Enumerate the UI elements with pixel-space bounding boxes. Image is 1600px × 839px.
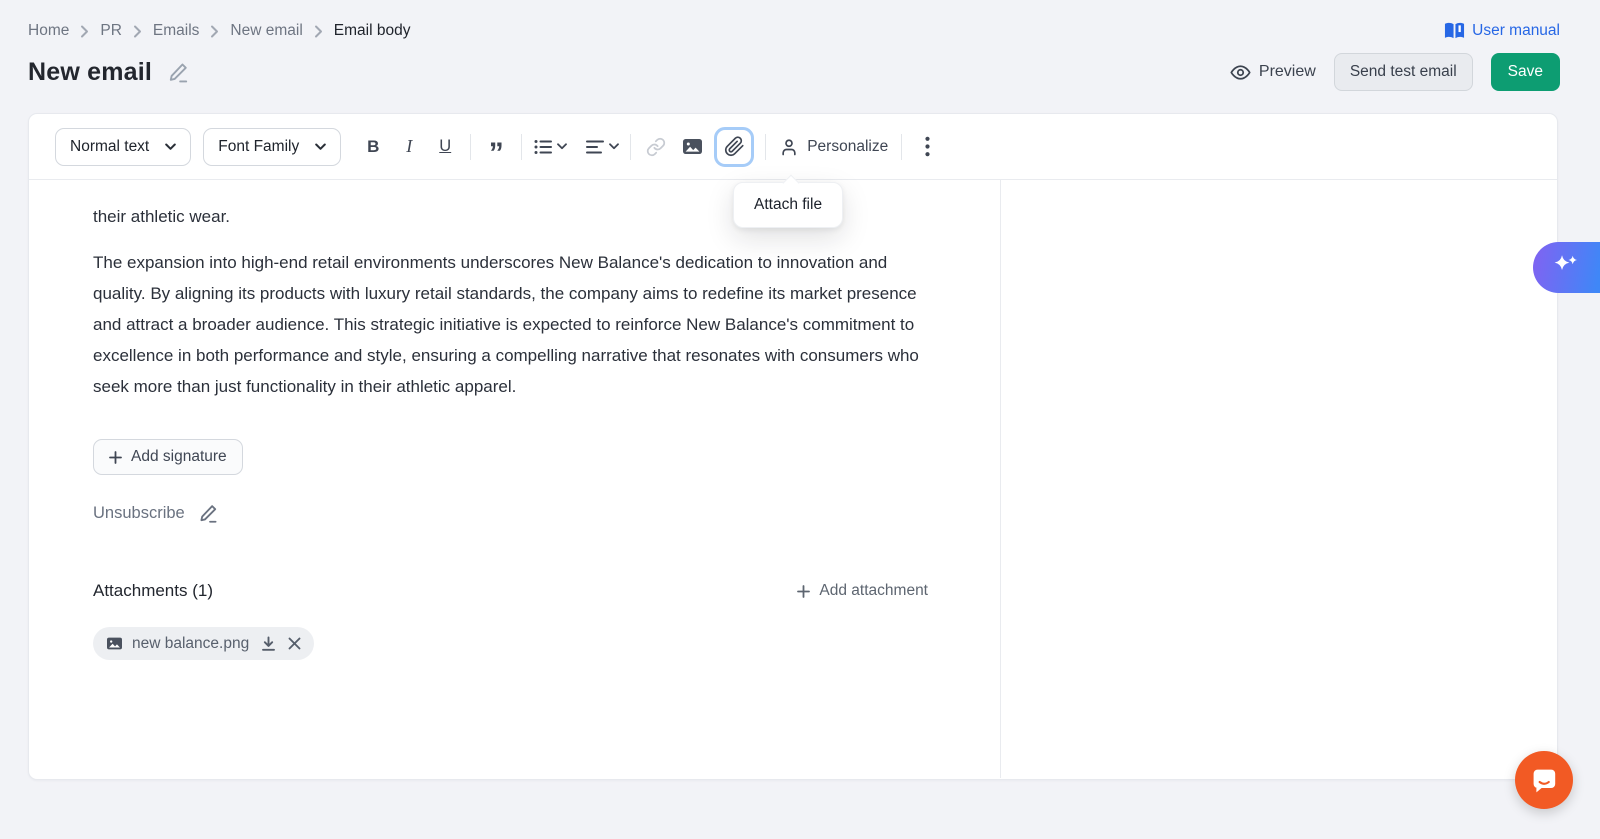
more-options-button[interactable] bbox=[909, 129, 945, 165]
chevron-down-icon bbox=[165, 143, 176, 151]
toolbar-divider bbox=[630, 134, 631, 160]
toolbar-divider bbox=[470, 134, 471, 160]
toolbar-divider bbox=[901, 134, 902, 160]
attachments-header: Attachments (1) Add attachment bbox=[93, 581, 928, 601]
add-attachment-label: Add attachment bbox=[819, 582, 928, 600]
underline-button[interactable]: U bbox=[427, 129, 463, 165]
preview-label: Preview bbox=[1259, 63, 1316, 81]
user-manual-label: User manual bbox=[1472, 22, 1560, 40]
title-row: New email Preview Send test email Save bbox=[28, 50, 1560, 94]
attachment-filename: new balance.png bbox=[132, 635, 249, 653]
blockquote-icon: ” bbox=[489, 149, 504, 159]
save-button[interactable]: Save bbox=[1491, 53, 1560, 91]
editor-area: their athletic wear. The expansion into … bbox=[29, 180, 1557, 778]
breadcrumb-item-emails[interactable]: Emails bbox=[153, 22, 200, 40]
breadcrumb: Home PR Emails New email Email body User… bbox=[28, 18, 1560, 44]
attach-file-tooltip: Attach file bbox=[733, 182, 843, 228]
ai-assistant-button[interactable] bbox=[1533, 242, 1600, 293]
breadcrumb-item-home[interactable]: Home bbox=[28, 22, 69, 40]
italic-button[interactable]: I bbox=[391, 129, 427, 165]
chat-widget-button[interactable] bbox=[1515, 751, 1573, 809]
insert-image-button[interactable] bbox=[674, 129, 710, 165]
toolbar-divider bbox=[521, 134, 522, 160]
link-button[interactable] bbox=[638, 129, 674, 165]
body-paragraph: The expansion into high-end retail envir… bbox=[93, 247, 928, 402]
add-signature-button[interactable]: Add signature bbox=[93, 439, 243, 475]
breadcrumb-item-pr[interactable]: PR bbox=[100, 22, 122, 40]
chevron-right-icon bbox=[80, 25, 89, 38]
breadcrumb-item-new-email[interactable]: New email bbox=[230, 22, 302, 40]
font-family-select[interactable]: Font Family bbox=[203, 128, 341, 166]
chevron-right-icon bbox=[133, 25, 142, 38]
attachments-title: Attachments (1) bbox=[93, 581, 213, 601]
paperclip-icon bbox=[724, 136, 745, 157]
image-icon bbox=[682, 137, 703, 156]
chevron-right-icon bbox=[314, 25, 323, 38]
download-icon bbox=[261, 636, 276, 652]
italic-icon: I bbox=[406, 136, 412, 157]
font-family-value: Font Family bbox=[218, 138, 299, 156]
format-group: B I U ” bbox=[355, 127, 945, 167]
send-test-email-button[interactable]: Send test email bbox=[1334, 53, 1473, 91]
ai-sparkles-icon bbox=[1552, 253, 1582, 283]
user-icon bbox=[779, 137, 799, 157]
close-icon bbox=[288, 637, 301, 650]
chevron-down-icon bbox=[557, 143, 567, 150]
preview-button[interactable]: Preview bbox=[1230, 62, 1316, 83]
personalize-button[interactable]: Personalize bbox=[773, 137, 894, 157]
text-style-select[interactable]: Normal text bbox=[55, 128, 191, 166]
chat-bubble-icon bbox=[1528, 764, 1560, 796]
pencil-icon bbox=[166, 60, 191, 85]
align-menu-button[interactable] bbox=[581, 131, 623, 163]
plus-icon bbox=[797, 585, 810, 598]
image-icon bbox=[106, 636, 123, 651]
download-attachment-button[interactable] bbox=[261, 636, 276, 652]
edit-title-button[interactable] bbox=[166, 60, 191, 85]
breadcrumb-item-email-body: Email body bbox=[334, 22, 411, 40]
page-title: New email bbox=[28, 58, 152, 87]
eye-icon bbox=[1230, 62, 1251, 83]
settings-panel bbox=[1001, 180, 1557, 778]
pencil-icon bbox=[197, 502, 220, 525]
chevron-down-icon bbox=[315, 143, 326, 151]
underline-icon: U bbox=[439, 137, 451, 156]
bold-icon: B bbox=[367, 137, 379, 157]
toolbar-divider bbox=[765, 134, 766, 160]
link-icon bbox=[646, 137, 666, 157]
text-style-value: Normal text bbox=[70, 138, 149, 156]
bold-button[interactable]: B bbox=[355, 129, 391, 165]
personalize-label: Personalize bbox=[807, 138, 888, 156]
unsubscribe-control[interactable]: Unsubscribe bbox=[93, 502, 220, 525]
chevron-down-icon bbox=[609, 143, 619, 150]
tooltip-text: Attach file bbox=[754, 196, 822, 213]
align-icon bbox=[585, 137, 605, 157]
header-actions: Preview Send test email Save bbox=[1230, 53, 1560, 91]
chevron-right-icon bbox=[210, 25, 219, 38]
add-attachment-button[interactable]: Add attachment bbox=[797, 582, 928, 600]
plus-icon bbox=[109, 451, 122, 464]
blockquote-button[interactable]: ” bbox=[478, 129, 514, 165]
add-signature-label: Add signature bbox=[131, 448, 227, 466]
attachment-item: new balance.png bbox=[93, 627, 314, 660]
kebab-menu-icon bbox=[925, 136, 930, 157]
list-menu-button[interactable] bbox=[529, 131, 571, 163]
remove-attachment-button[interactable] bbox=[288, 637, 301, 650]
user-manual-link[interactable]: User manual bbox=[1444, 22, 1560, 40]
attach-file-button[interactable] bbox=[714, 127, 754, 167]
unsubscribe-label: Unsubscribe bbox=[93, 504, 185, 523]
open-book-icon bbox=[1444, 22, 1465, 40]
email-body-editor[interactable]: their athletic wear. The expansion into … bbox=[29, 180, 1001, 778]
editor-toolbar: Normal text Font Family B I U ” bbox=[29, 114, 1557, 180]
bullet-list-icon bbox=[533, 137, 553, 157]
